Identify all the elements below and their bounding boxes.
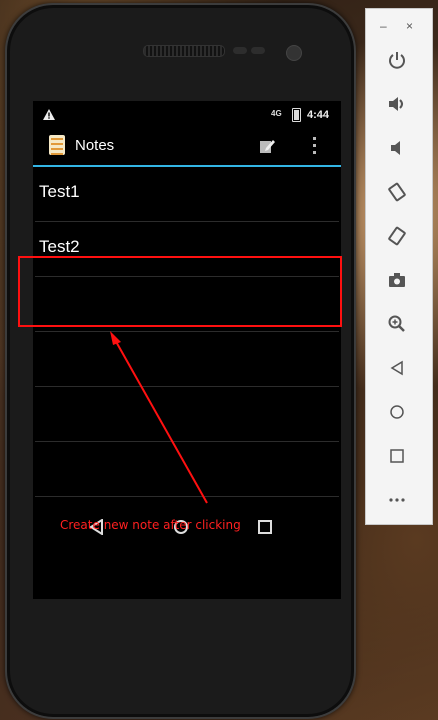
more-icon[interactable] [384, 487, 410, 513]
back-icon[interactable] [384, 355, 410, 381]
minimize-button[interactable]: – [380, 19, 387, 33]
rotate-right-icon[interactable] [384, 223, 410, 249]
rotate-left-icon[interactable] [384, 179, 410, 205]
home-icon[interactable] [384, 399, 410, 425]
power-icon[interactable] [384, 47, 410, 73]
camera-icon[interactable] [384, 267, 410, 293]
volume-down-icon[interactable] [384, 135, 410, 161]
close-button[interactable]: × [406, 19, 413, 33]
overview-icon[interactable] [384, 443, 410, 469]
zoom-icon[interactable] [384, 311, 410, 337]
volume-up-icon[interactable] [384, 91, 410, 117]
annotation-text: Create new note after clicking [60, 518, 241, 532]
emulator-toolbar: – × [365, 8, 433, 525]
